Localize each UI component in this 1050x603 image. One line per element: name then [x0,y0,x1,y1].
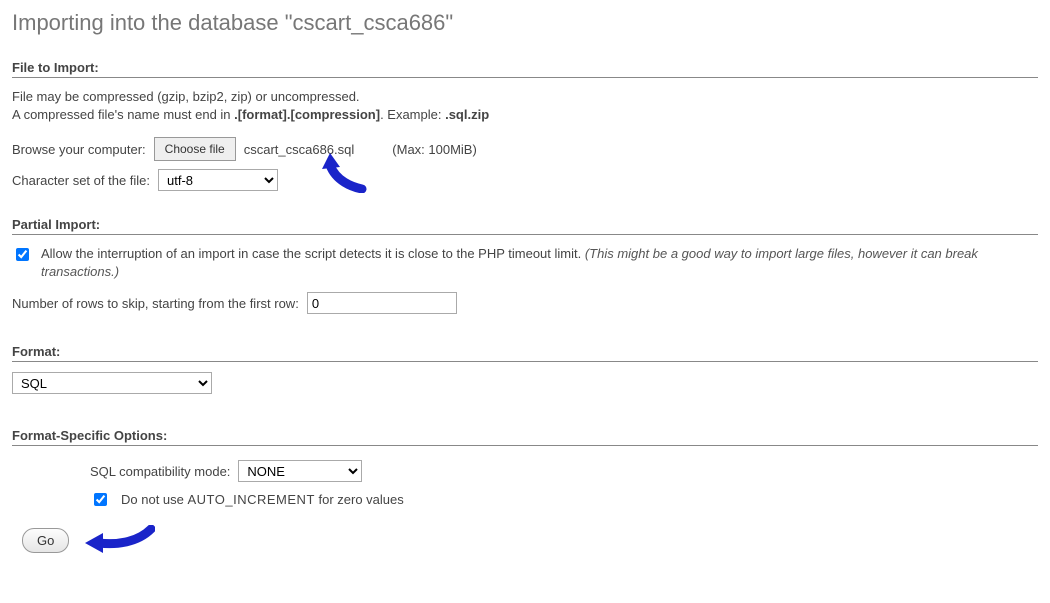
browse-row: Browse your computer: Choose file cscart… [12,137,1038,161]
section-file-to-import: File to Import: [12,60,1038,78]
sql-compat-select[interactable]: NONE [238,460,362,482]
page-title: Importing into the database "cscart_csca… [12,10,1038,36]
charset-row: Character set of the file: utf-8 [12,169,1038,191]
skip-rows-label: Number of rows to skip, starting from th… [12,296,299,311]
charset-select[interactable]: utf-8 [158,169,278,191]
annotation-arrow-icon [85,525,155,555]
section-format: Format: [12,344,1038,362]
sql-compat-label: SQL compatibility mode: [90,464,230,479]
browse-label: Browse your computer: [12,142,146,157]
no-autoincrement-label: Do not use AUTO_INCREMENT for zero value… [121,492,404,507]
go-button[interactable]: Go [22,528,69,553]
allow-interrupt-checkbox[interactable] [16,248,29,261]
allow-interrupt-label: Allow the interruption of an import in c… [41,245,1038,280]
format-select[interactable]: SQL [12,372,212,394]
file-compress-note: File may be compressed (gzip, bzip2, zip… [12,88,1038,123]
section-format-options: Format-Specific Options: [12,428,1038,446]
choose-file-button[interactable]: Choose file [154,137,236,161]
selected-filename: cscart_csca686.sql [244,142,355,157]
skip-rows-input[interactable] [307,292,457,314]
section-partial-import: Partial Import: [12,217,1038,235]
max-size-hint: (Max: 100MiB) [392,142,477,157]
charset-label: Character set of the file: [12,173,150,188]
no-autoincrement-checkbox[interactable] [94,493,107,506]
